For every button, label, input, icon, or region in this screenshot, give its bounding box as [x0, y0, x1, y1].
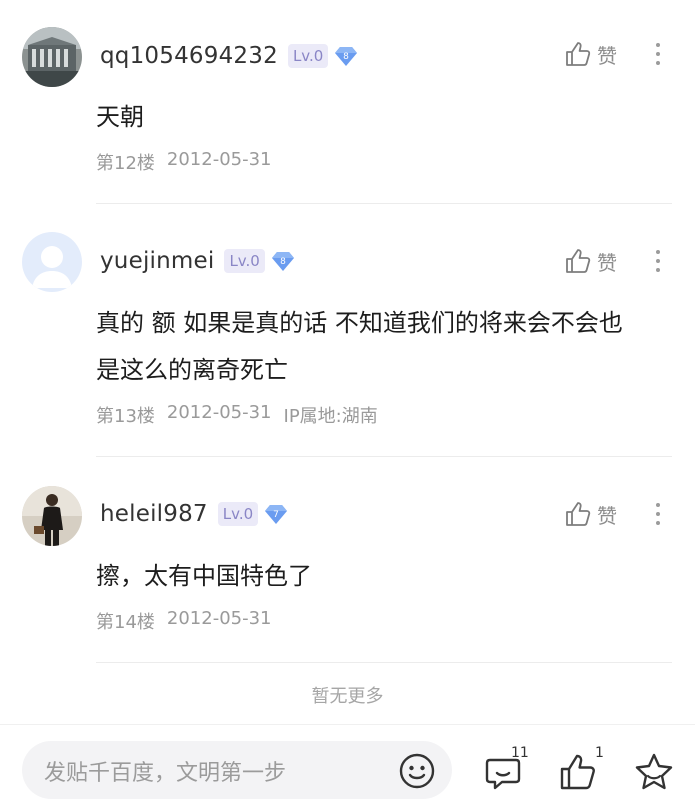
content-line: 真的 额 如果是真的话 不知道我们的将来会不会也	[96, 309, 623, 337]
like-button[interactable]: 赞	[563, 496, 617, 532]
like-button[interactable]: 赞	[563, 36, 617, 72]
post-date: 2012-05-31	[166, 149, 272, 170]
post-date: 2012-05-31	[166, 402, 272, 423]
content-line: 是这么的离奇死亡	[96, 356, 288, 384]
floor-number: 第12楼	[96, 153, 155, 174]
level-badge: Lv.0	[287, 44, 329, 68]
level-badge: Lv.0	[224, 249, 265, 273]
avatar[interactable]	[22, 486, 82, 546]
ip-location: IP属地:湖南	[283, 406, 378, 427]
level-badge: Lv.0	[217, 502, 259, 526]
content-line: 天朝	[96, 103, 144, 131]
thumb-up-icon	[566, 42, 591, 66]
more-options-button[interactable]	[644, 243, 672, 279]
like-label: 赞	[597, 503, 617, 528]
post-date: 2012-05-31	[166, 608, 272, 629]
reply-content: 擦，太有中国特色了	[96, 553, 671, 600]
avatar[interactable]	[22, 27, 82, 87]
like-button[interactable]: 赞	[563, 243, 617, 279]
vip-gem-icon: 8	[334, 45, 358, 67]
divider	[96, 662, 672, 663]
more-options-button[interactable]	[644, 36, 672, 72]
divider	[96, 203, 672, 204]
default-user-avatar-icon	[22, 232, 82, 292]
reply-meta: 第14楼 2012-05-31	[96, 608, 272, 634]
reply-content: 真的 额 如果是真的话 不知道我们的将来会不会也 是这么的离奇死亡	[96, 300, 671, 394]
person-photo-avatar-icon	[22, 486, 82, 546]
vip-level: 8	[280, 257, 286, 267]
divider	[96, 456, 672, 457]
thumb-up-icon	[566, 249, 591, 273]
emoji-icon	[399, 753, 435, 789]
username[interactable]: qq1054694232	[100, 43, 278, 69]
emoji-button[interactable]	[398, 752, 436, 790]
star-icon	[635, 753, 673, 790]
vip-gem-icon: 7	[264, 503, 288, 525]
username[interactable]: heleil987	[100, 501, 208, 527]
thumb-up-icon	[566, 502, 591, 526]
reply-meta: 第12楼 2012-05-31	[96, 149, 272, 175]
no-more-label: 暂无更多	[311, 686, 384, 707]
floor-number: 第13楼	[96, 406, 155, 427]
more-options-button[interactable]	[644, 496, 672, 532]
username[interactable]: yuejinmei	[100, 248, 214, 274]
reply-input[interactable]: 发贴千百度，文明第一步	[22, 741, 452, 799]
building-photo-avatar-icon	[22, 27, 82, 87]
like-label: 赞	[597, 43, 617, 68]
like-label: 赞	[597, 250, 617, 275]
vip-level: 7	[273, 510, 279, 520]
vip-level: 8	[343, 52, 349, 62]
comment-count: 11	[511, 745, 529, 761]
reply-meta: 第13楼 2012-05-31 IP属地:湖南	[96, 402, 378, 428]
thumb-up-icon	[560, 754, 595, 790]
like-count: 1	[595, 745, 604, 761]
reply-content: 天朝	[96, 94, 671, 141]
reply-placeholder: 发贴千百度，文明第一步	[44, 761, 287, 786]
floor-number: 第14楼	[96, 612, 155, 633]
like-post-button[interactable]	[556, 750, 600, 794]
bottom-action-bar: 发贴千百度，文明第一步 11 1	[0, 724, 695, 800]
vip-gem-icon: 8	[271, 250, 295, 272]
avatar[interactable]	[22, 232, 82, 292]
favorite-button[interactable]	[632, 750, 676, 794]
content-line: 擦，太有中国特色了	[96, 562, 312, 590]
